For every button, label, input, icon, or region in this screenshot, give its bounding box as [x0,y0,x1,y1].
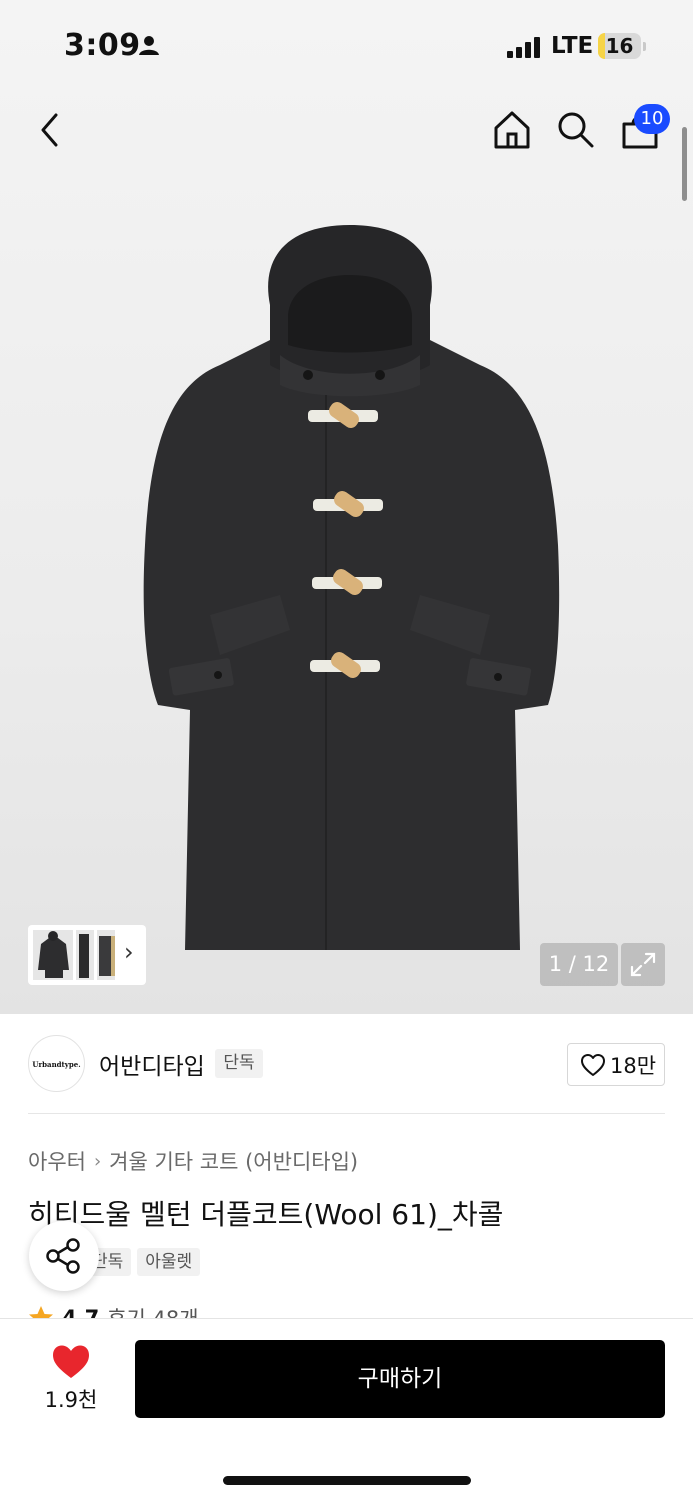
thumbnail-2[interactable] [76,930,94,980]
chevron-right-icon[interactable]: › [124,938,134,966]
breadcrumb: 아우터 › 겨울 기타 코트 (어반디타입) [28,1146,358,1176]
battery-tip [643,42,646,51]
status-time: 3:09 [64,28,141,63]
home-icon[interactable] [492,110,532,150]
brand-logo[interactable]: Urbandtype. [28,1035,85,1092]
battery-level: 16 [605,34,634,58]
heart-outline-icon [581,1053,605,1076]
battery-icon: 16 [598,33,641,59]
share-icon [46,1238,80,1274]
cart-count-badge: 10 [634,104,670,134]
status-bar: 3:09 LTE 16 [0,0,693,92]
person-icon [139,36,159,55]
thumbnail-3[interactable] [97,930,115,980]
review-count: 후기 48개 [107,1307,199,1319]
expand-icon [630,952,656,977]
share-button[interactable] [29,1221,99,1291]
rating-row[interactable]: 4.7 후기 48개 [28,1303,328,1319]
buy-button[interactable]: 구매하기 [135,1340,665,1418]
search-icon[interactable] [557,111,595,149]
heart-filled-icon[interactable] [51,1344,91,1380]
brand-like-count: 18만 [610,1053,657,1078]
product-hero: 3:09 LTE 16 10 › 1 / 12 [0,0,693,1014]
product-image[interactable] [130,215,570,965]
image-page-counter: 1 / 12 [540,943,618,986]
signal-icon [507,36,540,58]
brand-name[interactable]: 어반디타입 [99,1047,205,1081]
brand-like-button[interactable]: 18만 [567,1043,665,1086]
product-title: 히티드울 멜턴 더플코트(Wool 61)_차콜 [28,1198,504,1231]
star-icon [29,1306,53,1319]
expand-button[interactable] [621,943,665,986]
product-tags: 단독 아울렛 [84,1248,201,1276]
network-label: LTE [551,33,594,59]
brand-exclusive-badge: 단독 [215,1049,263,1078]
chevron-right-icon: › [93,1150,102,1172]
chevron-left-icon[interactable] [36,112,64,148]
home-indicator [223,1476,471,1485]
divider [28,1113,665,1114]
tag-outlet: 아울렛 [137,1248,201,1276]
breadcrumb-item-category[interactable]: 겨울 기타 코트 (어반디타입) [109,1146,358,1176]
breadcrumb-item-outer[interactable]: 아우터 [28,1146,86,1176]
thumbnail-1[interactable] [33,930,73,980]
scroll-indicator [682,127,687,201]
wish-count: 1.9천 [44,1388,98,1412]
